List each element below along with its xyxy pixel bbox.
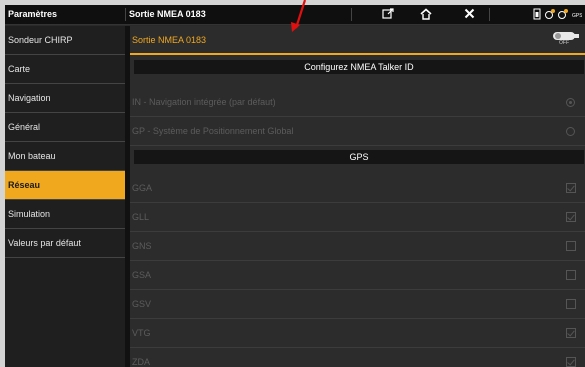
- gps-sentence-label: GNS: [132, 241, 152, 251]
- nmea-output-label: Sortie NMEA 0183: [132, 35, 207, 45]
- gps-header: GPS: [134, 150, 584, 164]
- toggle-state: OFF: [559, 40, 569, 46]
- gps-sentence-gga[interactable]: GGA: [130, 174, 585, 203]
- gps-sentence-label: GGA: [132, 183, 153, 193]
- status-icons: GPS: [531, 8, 583, 22]
- export-icon[interactable]: [381, 8, 395, 22]
- checkbox[interactable]: [566, 328, 576, 338]
- sidebar-item-carte[interactable]: Carte: [5, 55, 125, 84]
- radio-button[interactable]: [566, 98, 575, 107]
- toggle-track: [553, 32, 575, 40]
- divider: [125, 8, 126, 21]
- talker-option-label: IN - Navigation intégrée (par défaut): [132, 97, 276, 107]
- gps-sentence-gll[interactable]: GLL: [130, 203, 585, 232]
- talker-option-label: GP - Système de Positionnement Global: [132, 126, 294, 136]
- nmea-output-row[interactable]: Sortie NMEA 0183 OFF: [130, 26, 585, 55]
- sidebar-item-simulation[interactable]: Simulation: [5, 200, 125, 229]
- sidebar-item-general[interactable]: Général: [5, 113, 125, 142]
- checkbox[interactable]: [566, 183, 576, 193]
- gps-sentence-label: ZDA: [132, 357, 150, 367]
- radio-button[interactable]: [566, 127, 575, 136]
- gps-sentence-gsa[interactable]: GSA: [130, 261, 585, 290]
- home-icon[interactable]: [419, 8, 433, 22]
- page-title: Sortie NMEA 0183: [129, 9, 206, 19]
- checkbox[interactable]: [566, 357, 576, 367]
- device-frame: Paramètres Sortie NMEA 0183 GPS Sondeur …: [0, 0, 585, 367]
- gps-sentence-label: GLL: [132, 212, 150, 222]
- settings-sidebar: Sondeur CHIRP Carte Navigation Général M…: [5, 26, 125, 367]
- top-bar: Paramètres Sortie NMEA 0183 GPS: [5, 5, 585, 25]
- checkbox[interactable]: [566, 299, 576, 309]
- gps-sentence-zda[interactable]: ZDA: [130, 348, 585, 367]
- sidebar-item-navigation[interactable]: Navigation: [5, 84, 125, 113]
- sidebar-item-mon-bateau[interactable]: Mon bateau: [5, 142, 125, 171]
- gps-sentence-label: VTG: [132, 328, 151, 338]
- close-icon[interactable]: [462, 8, 476, 22]
- talker-id-header: Configurez NMEA Talker ID: [134, 60, 584, 74]
- divider: [489, 8, 490, 21]
- checkbox[interactable]: [566, 212, 576, 222]
- settings-panel: Sortie NMEA 0183 OFF Configurez NMEA Tal…: [130, 26, 585, 367]
- svg-text:GPS: GPS: [572, 13, 582, 19]
- talker-option-gp[interactable]: GP - Système de Positionnement Global: [130, 117, 585, 146]
- talker-option-in[interactable]: IN - Navigation intégrée (par défaut): [130, 88, 585, 117]
- checkbox[interactable]: [566, 270, 576, 280]
- nmea-output-toggle[interactable]: OFF: [553, 31, 581, 49]
- screen: Paramètres Sortie NMEA 0183 GPS Sondeur …: [5, 5, 585, 367]
- sidebar-item-reseau[interactable]: Réseau: [5, 171, 125, 200]
- gps-sentence-gsv[interactable]: GSV: [130, 290, 585, 319]
- gps-sentence-label: GSA: [132, 270, 152, 280]
- gps-sentence-gns[interactable]: GNS: [130, 232, 585, 261]
- toggle-knob: [573, 34, 579, 38]
- divider: [351, 8, 352, 21]
- sidebar-item-sondeur-chirp[interactable]: Sondeur CHIRP: [5, 26, 125, 55]
- gps-sentence-label: GSV: [132, 299, 152, 309]
- sidebar-item-valeurs-par-defaut[interactable]: Valeurs par défaut: [5, 229, 125, 258]
- settings-title: Paramètres: [8, 9, 58, 19]
- checkbox[interactable]: [566, 241, 576, 251]
- gps-sentence-vtg[interactable]: VTG: [130, 319, 585, 348]
